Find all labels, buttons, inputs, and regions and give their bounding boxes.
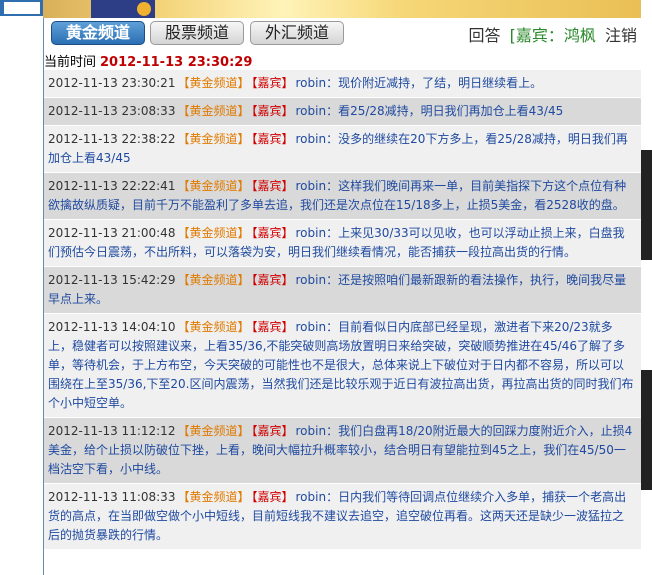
- message-user: robin: [295, 273, 327, 287]
- message-user: robin: [295, 490, 327, 504]
- left-tab-inner: [4, 2, 40, 14]
- message-role: 【嘉宾】: [251, 226, 294, 240]
- current-time-label: 当前时间: [44, 55, 97, 70]
- banner-logo-mark: [137, 2, 151, 16]
- message-time: 2012-11-13 11:08:33: [48, 490, 176, 504]
- message-channel: 【黄金频道】: [177, 179, 250, 193]
- message-text: ：看25/28减持，明日我们再加仓上看43/45: [326, 104, 564, 118]
- tab-forex-channel[interactable]: 外汇频道: [250, 21, 344, 45]
- message-channel: 【黄金频道】: [177, 132, 250, 146]
- guest-name: [嘉宾：鸿枫: [509, 26, 596, 45]
- message-item: 2012-11-13 22:38:22 【黄金频道】 【嘉宾】 robin：没多的继续…: [44, 126, 641, 173]
- message-role: 【嘉宾】: [251, 104, 294, 118]
- message-item: 2012-11-13 23:08:33 【黄金频道】 【嘉宾】 robin：看25/2…: [44, 98, 641, 126]
- logout-link[interactable]: 注销: [605, 26, 637, 45]
- message-role: 【嘉宾】: [251, 179, 294, 193]
- message-item: 2012-11-13 14:04:10 【黄金频道】 【嘉宾】 robin：目前看似日…: [44, 314, 641, 418]
- message-time: 2012-11-13 23:30:21: [48, 76, 176, 90]
- right-strip-image: [641, 150, 652, 260]
- message-time: 2012-11-13 23:08:33: [48, 104, 176, 118]
- message-user: robin: [295, 424, 327, 438]
- message-role: 【嘉宾】: [251, 132, 294, 146]
- message-time: 2012-11-13 14:04:10: [48, 320, 176, 334]
- message-role: 【嘉宾】: [251, 320, 294, 334]
- channel-bar: 黄金频道 股票频道 外汇频道 回答 [嘉宾：鸿枫 注销: [44, 18, 641, 46]
- message-role: 【嘉宾】: [251, 424, 294, 438]
- message-channel: 【黄金频道】: [177, 320, 250, 334]
- reply-link[interactable]: 回答: [469, 26, 501, 45]
- tab-stock-channel[interactable]: 股票频道: [150, 21, 244, 45]
- message-time: 2012-11-13 22:38:22: [48, 132, 176, 146]
- message-user: robin: [295, 104, 327, 118]
- message-time: 2012-11-13 22:22:41: [48, 179, 176, 193]
- message-item: 2012-11-13 15:42:29 【黄金频道】 【嘉宾】 robin：还是按照咱…: [44, 267, 641, 314]
- message-item: 2012-11-13 11:08:33 【黄金频道】 【嘉宾】 robin：日内我们等…: [44, 484, 641, 550]
- message-item: 2012-11-13 21:00:48 【黄金频道】 【嘉宾】 robin：上来见30…: [44, 220, 641, 267]
- right-page-strip: [641, 0, 652, 575]
- message-role: 【嘉宾】: [251, 490, 294, 504]
- message-user: robin: [295, 76, 327, 90]
- message-text: ：现价附近减持，了结，明日继续看上。: [326, 76, 543, 90]
- message-user: robin: [295, 226, 327, 240]
- message-channel: 【黄金频道】: [177, 273, 250, 287]
- message-channel: 【黄金频道】: [177, 76, 250, 90]
- message-role: 【嘉宾】: [251, 273, 294, 287]
- message-time: 2012-11-13 21:00:48: [48, 226, 176, 240]
- message-channel: 【黄金频道】: [177, 226, 250, 240]
- live-commentary-panel: 黄金频道 股票频道 外汇频道 回答 [嘉宾：鸿枫 注销 当前时间 2012-11-…: [43, 18, 642, 575]
- message-user: robin: [295, 179, 327, 193]
- message-time: 2012-11-13 15:42:29: [48, 273, 176, 287]
- message-user: robin: [295, 132, 327, 146]
- current-time-value: 2012-11-13 23:30:29: [100, 55, 253, 70]
- message-item: 2012-11-13 11:12:12 【黄金频道】 【嘉宾】 robin：我们白盘再…: [44, 418, 641, 484]
- message-role: 【嘉宾】: [251, 76, 294, 90]
- user-links: 回答 [嘉宾：鸿枫 注销: [465, 22, 637, 46]
- message-channel: 【黄金频道】: [177, 104, 250, 118]
- current-time: 当前时间 2012-11-13 23:30:29: [44, 51, 252, 70]
- tab-gold-channel[interactable]: 黄金频道: [51, 21, 145, 45]
- message-channel: 【黄金频道】: [177, 424, 250, 438]
- message-time: 2012-11-13 11:12:12: [48, 424, 176, 438]
- top-banner: [43, 0, 643, 18]
- message-item: 2012-11-13 22:22:41 【黄金频道】 【嘉宾】 robin：这样我们晚…: [44, 173, 641, 220]
- message-user: robin: [295, 320, 327, 334]
- left-page-strip: [0, 0, 43, 575]
- message-item: 2012-11-13 23:30:21 【黄金频道】 【嘉宾】 robin：现价附近减…: [44, 70, 641, 98]
- right-strip-image: [641, 370, 652, 490]
- message-channel: 【黄金频道】: [177, 490, 250, 504]
- message-feed: 2012-11-13 23:30:21 【黄金频道】 【嘉宾】 robin：现价附近减…: [44, 70, 641, 550]
